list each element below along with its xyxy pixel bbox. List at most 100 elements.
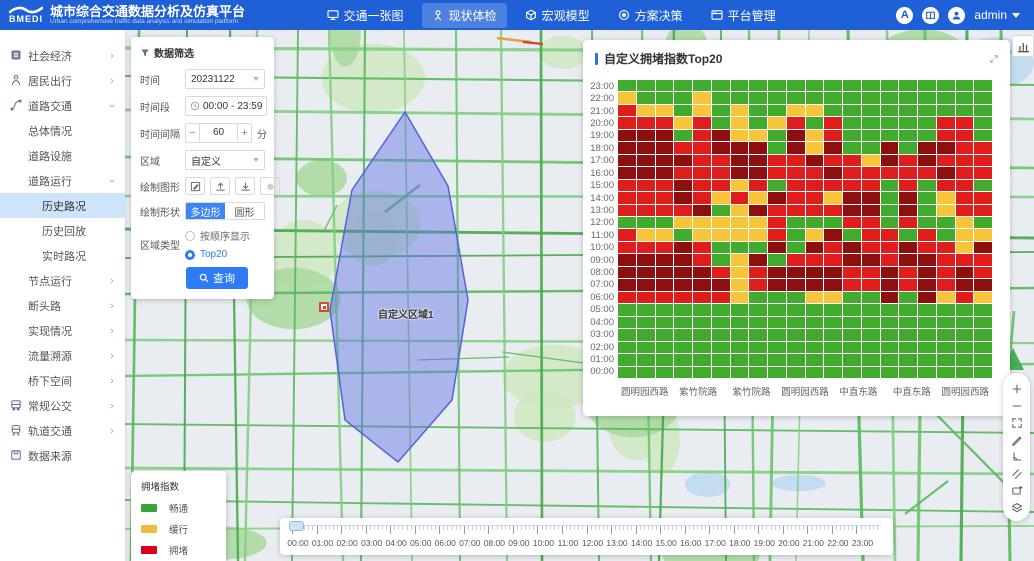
heatmap-cell	[881, 130, 899, 141]
timeline-tick	[337, 526, 338, 530]
heatmap-cell	[749, 254, 767, 265]
sidebar-item-16[interactable]: 数据来源	[0, 443, 125, 468]
expand-icon[interactable]	[988, 53, 1000, 65]
sidebar-item-7[interactable]: 历史回放	[0, 218, 125, 243]
heatmap-cell	[824, 142, 842, 153]
badge-a-icon[interactable]: A	[896, 7, 913, 24]
sidebar-item-4[interactable]: 道路设施	[0, 143, 125, 168]
time-slider-track[interactable]	[292, 525, 881, 538]
app-window: 自定义区域1 BMEDI 城市综合交通数据分析及仿真平台 Urban compr…	[0, 0, 1034, 561]
heatmap-cell	[918, 254, 936, 265]
import-region-button[interactable]	[210, 177, 230, 195]
shape-option-polygon[interactable]: 多边形	[186, 203, 225, 219]
heatmap-cell	[637, 217, 655, 228]
heatmap-cell	[656, 155, 674, 166]
sidebar-item-3[interactable]: 总体情况	[0, 118, 125, 143]
sidebar-item-14[interactable]: 常规公交	[0, 393, 125, 418]
heatmap-cell	[749, 242, 767, 253]
draw-edit-button[interactable]	[185, 177, 205, 195]
nav-item-1[interactable]: 现状体检	[422, 3, 507, 28]
nav-item-label: 平台管理	[728, 7, 776, 24]
sidebar-item-13[interactable]: 桥下空间	[0, 368, 125, 393]
heatmap-cell	[768, 367, 786, 378]
timeline-tick	[734, 526, 735, 534]
timeline-tick	[341, 526, 342, 534]
sidebar-item-12[interactable]: 流量溯源	[0, 343, 125, 368]
heatmap-cell	[918, 217, 936, 228]
export-region-button[interactable]	[235, 177, 255, 195]
area-select-value: 自定义	[191, 153, 221, 168]
map-marker[interactable]	[319, 302, 329, 312]
sidebar-item-9[interactable]: 节点运行	[0, 268, 125, 293]
shape-option-circle[interactable]: 圆形	[225, 203, 264, 219]
interval-value[interactable]: 60	[200, 123, 237, 143]
nav-item-3[interactable]: 方案决策	[608, 3, 693, 28]
sidebar-item-6[interactable]: 历史路况	[0, 193, 125, 218]
sidebar-item-1[interactable]: 居民出行	[0, 68, 125, 93]
timeline-tick	[501, 526, 502, 530]
heatmap-cell	[693, 254, 711, 265]
legend-label: 畅通	[169, 501, 188, 515]
zoom-out-button[interactable]	[1003, 397, 1030, 414]
nav-item-4[interactable]: 平台管理	[701, 3, 786, 28]
layers-button[interactable]	[1003, 499, 1030, 516]
heatmap-cell	[637, 92, 655, 103]
sidebar-item-15[interactable]: 轨道交通	[0, 418, 125, 443]
nav-item-2[interactable]: 宏观模型	[515, 3, 600, 28]
heatmap-cell	[749, 317, 767, 328]
heatmap-cell	[731, 117, 749, 128]
polygon-shape-button[interactable]	[260, 177, 280, 195]
heatmap-cell	[824, 167, 842, 178]
user-icon[interactable]	[948, 7, 965, 24]
timeline-tick	[791, 526, 792, 530]
sidebar-item-11[interactable]: 实现情况	[0, 318, 125, 343]
radio-order-display[interactable]: 按顺序显示	[185, 228, 250, 243]
sidebar-item-8[interactable]: 实时路况	[0, 243, 125, 268]
minus-button[interactable]: −	[185, 123, 200, 143]
angle-measure-button[interactable]	[1003, 448, 1030, 465]
heatmap-cell	[843, 317, 861, 328]
user-menu[interactable]: admin	[974, 8, 1020, 22]
heatmap-cell	[768, 155, 786, 166]
date-select[interactable]: 20231122	[185, 69, 265, 89]
heatmap-cell	[768, 92, 786, 103]
plus-button[interactable]: +	[237, 123, 252, 143]
heatmap-cell	[974, 229, 992, 240]
heatmap-y-tick: 14:00	[583, 192, 614, 204]
screenshot-button[interactable]	[1003, 482, 1030, 499]
congestion-heatmap-panel: 自定义拥堵指数Top20 23:0022:0021:0020:0019:0018…	[583, 40, 1010, 416]
heatmap-cell	[749, 105, 767, 116]
custom-region-polygon[interactable]	[330, 112, 468, 462]
zoom-in-button[interactable]	[1003, 380, 1030, 397]
heatmap-cell	[956, 342, 974, 353]
chevron-right-icon	[108, 427, 116, 435]
heatmap-cell	[749, 167, 767, 178]
radio-top20[interactable]: Top20	[185, 249, 250, 260]
heatmap-cell	[693, 329, 711, 340]
sidebar-item-5[interactable]: 道路运行	[0, 168, 125, 193]
nav-item-0[interactable]: 交通一张图	[317, 3, 414, 28]
timeline-tick	[783, 526, 784, 534]
heatmap-cell	[618, 92, 636, 103]
measure-button[interactable]	[1003, 431, 1030, 448]
heatmap-cell	[674, 180, 692, 191]
heatmap-cell	[918, 105, 936, 116]
heatmap-cell	[806, 242, 824, 253]
chart-toggle-button[interactable]	[1012, 35, 1034, 57]
sidebar-item-0[interactable]: 社会经济	[0, 43, 125, 68]
sidebar-item-2[interactable]: 道路交通	[0, 93, 125, 118]
heatmap-cell	[974, 267, 992, 278]
time-slider-handle[interactable]	[289, 521, 304, 531]
query-button[interactable]: 查询	[186, 267, 248, 289]
clear-button[interactable]	[1003, 465, 1030, 482]
fullscreen-button[interactable]	[1003, 414, 1030, 431]
sidebar-item-10[interactable]: 断头路	[0, 293, 125, 318]
book-icon[interactable]	[922, 7, 939, 24]
time-range-input[interactable]: 00:00 - 23:59	[185, 96, 267, 116]
cube-icon	[525, 9, 537, 21]
area-select[interactable]: 自定义	[185, 150, 265, 170]
heatmap-cell	[881, 254, 899, 265]
radio-icon	[185, 231, 195, 241]
heatmap-cell	[824, 92, 842, 103]
heatmap-cell	[674, 130, 692, 141]
